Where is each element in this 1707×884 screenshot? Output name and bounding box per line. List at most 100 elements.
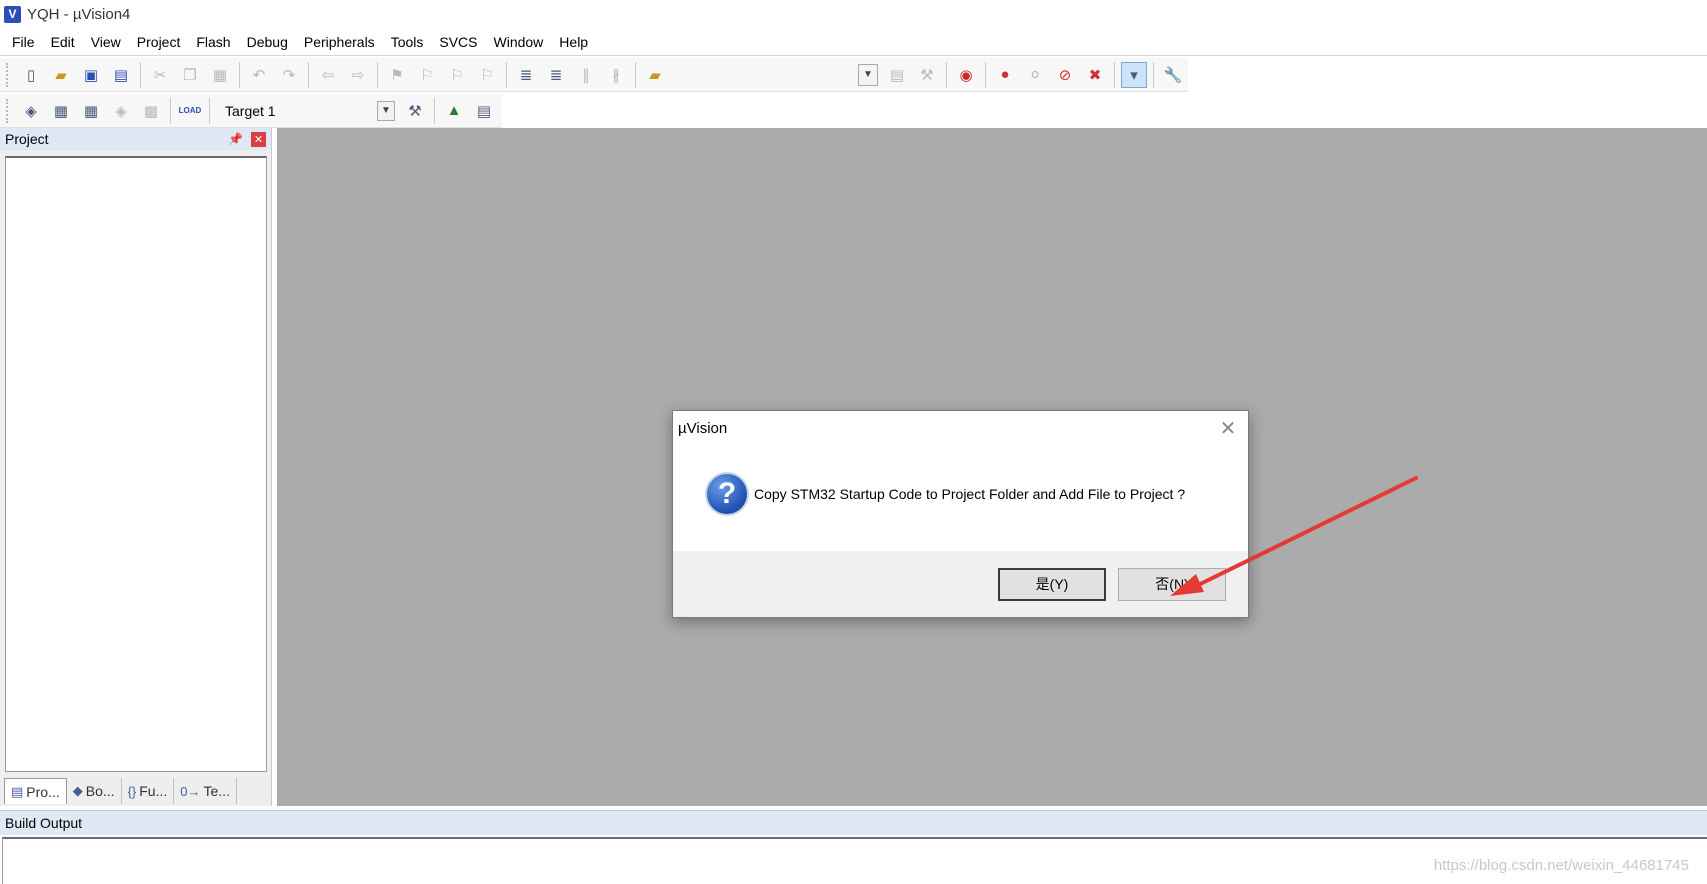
window-titlebar: V YQH - µVision4: [0, 0, 1707, 28]
save-all-icon[interactable]: ▤: [108, 62, 134, 88]
dialog-title: µVision: [678, 419, 728, 437]
project-panel-title: Project: [5, 131, 49, 147]
file-toolbar: ▯ ▰ ▣ ▤ ✂ ❐ ▦ ↶ ↷ ⇦ ⇨ ⚑ ⚐ ⚐ ⚐ ≣ ≣ ∥ ∦ ▰ …: [0, 58, 1188, 92]
undo-icon[interactable]: ↶: [246, 62, 272, 88]
dialog-body: ? Copy STM32 Startup Code to Project Fol…: [673, 445, 1248, 543]
tab-project[interactable]: ▤ Pro...: [4, 778, 67, 804]
stop-build-icon[interactable]: ▩: [138, 98, 164, 124]
unindent-icon[interactable]: ≣: [543, 62, 569, 88]
no-button[interactable]: 否(N): [1118, 567, 1226, 601]
tab-label: Pro...: [26, 783, 60, 800]
toolbar-separator: [1114, 61, 1115, 88]
watermark: https://blog.csdn.net/weixin_44681745: [1433, 857, 1689, 874]
navigate-forward-icon[interactable]: ⇨: [345, 62, 371, 88]
toolbar-separator: [434, 97, 435, 124]
tab-label: Bo...: [85, 783, 115, 799]
manage-multi-project-icon[interactable]: ▤: [471, 98, 497, 124]
menu-edit[interactable]: Edit: [43, 28, 83, 56]
indent-icon[interactable]: ≣: [513, 62, 539, 88]
build-icon[interactable]: ▦: [48, 98, 74, 124]
target-select[interactable]: Target 1 ▼: [218, 99, 396, 123]
project-panel: Project 📌 ✕ ▤ Pro... ◆ Bo... {} Fu... 0→…: [0, 128, 272, 806]
build-toolbar: ◈ ▦ ▦ ◈ ▩ LOAD Target 1 ▼ ⚒ ▲ ▤: [0, 94, 502, 128]
menu-debug[interactable]: Debug: [239, 28, 296, 56]
project-panel-header: Project 📌 ✕: [0, 128, 271, 150]
menu-view[interactable]: View: [83, 28, 129, 56]
comment-icon[interactable]: ∥: [573, 62, 599, 88]
tab-functions[interactable]: {} Fu...: [122, 778, 175, 804]
target-select-value: Target 1: [225, 102, 276, 119]
debug-session-icon[interactable]: ◉: [953, 62, 979, 88]
download-icon[interactable]: LOAD: [177, 98, 203, 124]
new-file-icon[interactable]: ▯: [18, 62, 44, 88]
project-tab-icon: ▤: [11, 783, 24, 799]
target-options-icon[interactable]: ⚒: [402, 98, 428, 124]
redo-icon[interactable]: ↷: [276, 62, 302, 88]
books-tab-icon: ◆: [72, 783, 83, 798]
bookmark-clear-icon[interactable]: ⚐: [474, 62, 500, 88]
dialog-message: Copy STM32 Startup Code to Project Folde…: [754, 486, 1186, 502]
toolbar-separator: [239, 61, 240, 88]
paste-icon[interactable]: ▦: [207, 62, 233, 88]
menu-project[interactable]: Project: [129, 28, 189, 56]
disable-breakpoint-icon[interactable]: ○: [1022, 62, 1048, 88]
copy-icon[interactable]: ❐: [177, 62, 203, 88]
menu-file[interactable]: File: [4, 28, 43, 56]
toolbar-grip[interactable]: [6, 62, 10, 87]
cut-icon[interactable]: ✂: [147, 62, 173, 88]
manage-project-items-icon[interactable]: ▲: [441, 98, 467, 124]
toolbar-separator: [209, 97, 210, 124]
dialog-footer: 是(Y) 否(N): [673, 551, 1248, 617]
tab-label: Fu...: [139, 783, 168, 799]
configure-icon[interactable]: 🔧: [1160, 62, 1186, 88]
menu-help[interactable]: Help: [551, 28, 596, 56]
menu-peripherals[interactable]: Peripherals: [296, 28, 383, 56]
toolbar-separator: [308, 61, 309, 88]
bookmark-next-icon[interactable]: ⚐: [444, 62, 470, 88]
menu-tools[interactable]: Tools: [383, 28, 432, 56]
find-icon[interactable]: ▤: [884, 62, 910, 88]
navigate-back-icon[interactable]: ⇦: [315, 62, 341, 88]
menu-svcs[interactable]: SVCS: [431, 28, 485, 56]
tab-templates[interactable]: 0→ Te...: [174, 778, 237, 804]
menu-bar: File Edit View Project Flash Debug Perip…: [0, 28, 1707, 56]
yes-button[interactable]: 是(Y): [998, 567, 1106, 601]
uncomment-icon[interactable]: ∦: [603, 62, 629, 88]
find-combo-dropdown[interactable]: ▼: [858, 63, 878, 86]
insert-breakpoint-icon[interactable]: ●: [992, 62, 1018, 88]
project-tree[interactable]: [5, 156, 267, 772]
functions-tab-icon: {}: [127, 783, 137, 799]
toolbar-separator: [985, 61, 986, 88]
question-icon: ?: [705, 472, 749, 516]
rebuild-icon[interactable]: ▦: [78, 98, 104, 124]
tab-books[interactable]: ◆ Bo...: [67, 778, 122, 804]
menu-window[interactable]: Window: [486, 28, 552, 56]
batch-build-icon[interactable]: ◈: [108, 98, 134, 124]
confirm-dialog: µVision ✕ ? Copy STM32 Startup Code to P…: [672, 410, 1249, 618]
kill-all-breakpoints-icon[interactable]: ✖: [1082, 62, 1108, 88]
pin-icon[interactable]: 📌: [228, 132, 243, 146]
build-output-title: Build Output: [5, 815, 83, 831]
toolbar-separator: [506, 61, 507, 88]
incremental-find-icon[interactable]: ⚒: [914, 62, 940, 88]
close-icon[interactable]: ✕: [251, 131, 266, 147]
toolbar-separator: [635, 61, 636, 88]
open-file-icon[interactable]: ▰: [48, 62, 74, 88]
toolbar-grip[interactable]: [6, 98, 10, 123]
window-layout-icon[interactable]: ▾: [1121, 61, 1147, 88]
bookmark-prev-icon[interactable]: ⚐: [414, 62, 440, 88]
dialog-close-icon[interactable]: ✕: [1208, 416, 1248, 441]
window-title: YQH - µVision4: [27, 5, 131, 23]
translate-icon[interactable]: ◈: [18, 98, 44, 124]
toolbar-separator: [946, 61, 947, 88]
toolbar-separator: [140, 61, 141, 88]
menu-flash[interactable]: Flash: [188, 28, 238, 56]
chevron-down-icon[interactable]: ▼: [377, 100, 395, 121]
save-icon[interactable]: ▣: [78, 62, 104, 88]
toolbar-separator: [1153, 61, 1154, 88]
disable-all-breakpoints-icon[interactable]: ⊘: [1052, 62, 1078, 88]
find-in-files-icon[interactable]: ▰: [642, 62, 668, 88]
templates-tab-icon: 0→: [180, 783, 201, 799]
bookmark-toggle-icon[interactable]: ⚑: [384, 62, 410, 88]
dialog-titlebar: µVision ✕: [673, 411, 1248, 445]
